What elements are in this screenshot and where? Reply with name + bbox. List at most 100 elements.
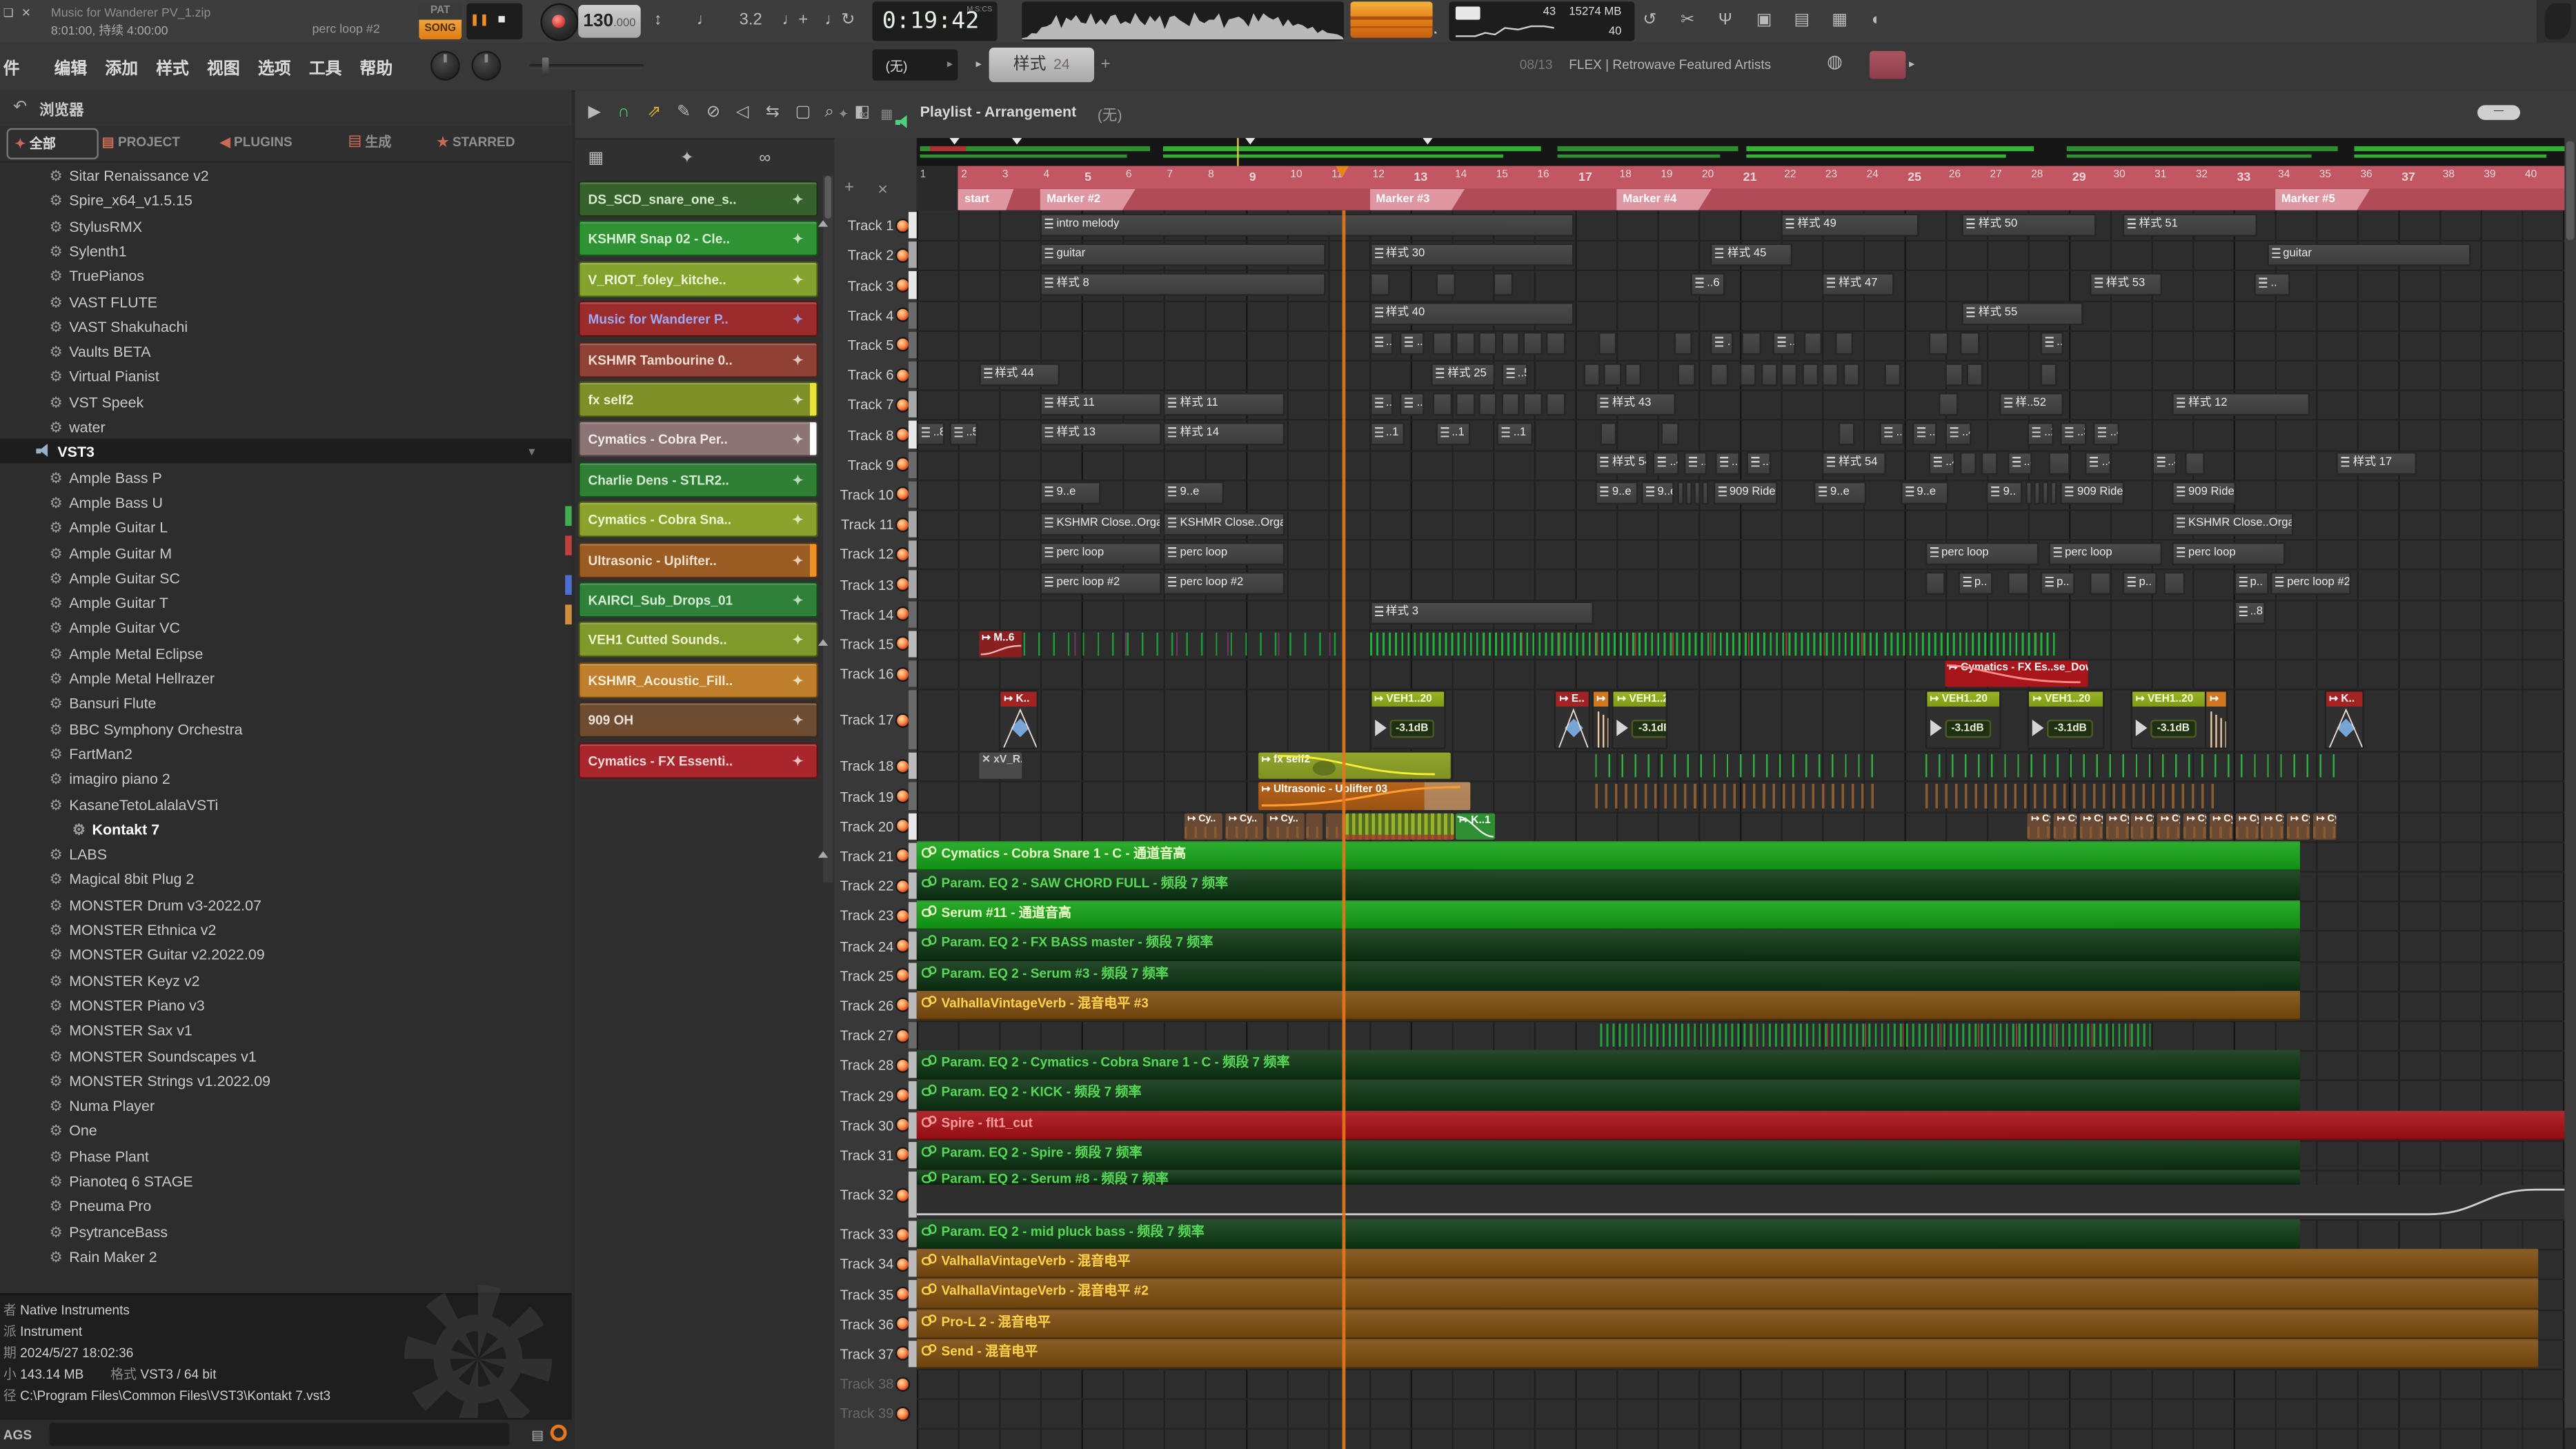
pattern-clip[interactable]: 样式 53: [2090, 273, 2162, 296]
browser-item-One[interactable]: ⚙One: [49, 1120, 97, 1145]
browser-item-BBC Symphony Orchestra[interactable]: ⚙BBC Symphony Orchestra: [49, 718, 242, 742]
gain-value[interactable]: -3.1dB: [2150, 719, 2196, 737]
pattern-clip[interactable]: 样式 51: [2123, 213, 2257, 236]
pattern-selector[interactable]: 样式 24: [989, 48, 1094, 82]
track-name-Track 38[interactable]: Track 38: [828, 1375, 893, 1392]
track-name-Track 15[interactable]: Track 15: [828, 635, 893, 652]
tempo-display[interactable]: 130.000: [578, 5, 640, 38]
browser-item-VAST FLUTE[interactable]: ⚙VAST FLUTE: [49, 290, 157, 315]
browser-item-Pneuma Pro[interactable]: ⚙Pneuma Pro: [49, 1195, 151, 1220]
pattern-clip[interactable]: ..2: [1773, 333, 1796, 356]
pattern-clip[interactable]: perc loop #2: [1164, 571, 1286, 595]
pause-button[interactable]: ❚❚: [470, 13, 489, 30]
pattern-clip-VEH1 Cutted Sounds..[interactable]: VEH1 Cutted Sounds..✦: [578, 622, 818, 658]
pattern-clip[interactable]: 样式 13: [1040, 422, 1162, 446]
automation-clip-Param. EQ 2 - SAW CHORD FULL - 频段 7 频率[interactable]: Param. EQ 2 - SAW CHORD FULL - 频段 7 频率: [917, 871, 2299, 900]
browser-tab-STARRED[interactable]: ★ STARRED: [437, 126, 562, 159]
search-icon[interactable]: [551, 1425, 567, 1441]
pattern-clip[interactable]: ..4: [1654, 452, 1678, 475]
browser-item-Sylenth1[interactable]: ⚙Sylenth1: [49, 239, 126, 264]
pattern-clip[interactable]: ..4: [2151, 452, 2176, 475]
track-name-Track 31[interactable]: Track 31: [828, 1147, 893, 1163]
track-color-strip[interactable]: [909, 1281, 917, 1308]
pattern-clip-Cymatics - Cobra Sna..[interactable]: Cymatics - Cobra Sna..✦: [578, 502, 818, 538]
timeline-marker-Marker #4[interactable]: Marker #4: [1616, 189, 1712, 210]
gain-value[interactable]: -3.1dB: [1389, 719, 1435, 737]
track-name-Track 6[interactable]: Track 6: [828, 366, 893, 383]
track-color-strip[interactable]: [909, 660, 917, 687]
pattern-clip[interactable]: [1686, 482, 1693, 505]
playlist-vscrollbar[interactable]: [2564, 138, 2576, 1428]
pattern-clip[interactable]: [1600, 422, 1616, 446]
pattern-clip[interactable]: perc loop #2: [2270, 571, 2351, 595]
record-button[interactable]: [540, 3, 578, 41]
pattern-clip[interactable]: ..2: [2028, 422, 2052, 446]
browser-item-MONSTER Sax v1[interactable]: ⚙MONSTER Sax v1: [49, 1019, 192, 1044]
pattern-clip[interactable]: [1843, 362, 1859, 386]
pattern-clip[interactable]: 样..52: [1999, 392, 2063, 415]
track-name-Track 30[interactable]: Track 30: [828, 1117, 893, 1134]
playlist-minimap[interactable]: [917, 138, 2576, 166]
pattern-clip[interactable]: [1678, 362, 1694, 386]
track-name-Track 26[interactable]: Track 26: [828, 997, 893, 1014]
folder-icon[interactable]: ▤: [531, 1428, 544, 1444]
timeline-marker-start[interactable]: start: [958, 189, 1013, 210]
automation-clip-Param. EQ 2 - Cymatics - Cobra Snare 1 - C - 频段 7 频率[interactable]: Param. EQ 2 - Cymatics - Cobra Snare 1 -…: [917, 1050, 2299, 1080]
audio-region[interactable]: [1596, 785, 1880, 808]
pattern-clip[interactable]: [2163, 571, 2184, 595]
browser-item-Bansuri Flute[interactable]: ⚙Bansuri Flute: [49, 692, 156, 717]
pattern-clip-KSHMR Tambourine 0..[interactable]: KSHMR Tambourine 0..✦: [578, 341, 818, 377]
loop-record-icon[interactable]: ♩↻: [824, 13, 855, 30]
automation-curve-area[interactable]: [917, 1185, 2576, 1219]
pattern-clip[interactable]: intro melody: [1040, 213, 1574, 236]
track-name-Track 4[interactable]: Track 4: [828, 307, 893, 324]
track-name-Track 36[interactable]: Track 36: [828, 1316, 893, 1332]
pattern-clip[interactable]: KSHMR Close..Organic 04: [2172, 512, 2294, 535]
audio-clip-cy[interactable]: ↦ Cy..: [1267, 813, 1304, 840]
pattern-clip[interactable]: [1435, 273, 1456, 296]
arrangement-selector[interactable]: (无) ▸: [873, 49, 958, 80]
pattern-clip[interactable]: [1493, 273, 1514, 296]
menu-4[interactable]: 视图: [207, 55, 240, 79]
browser-item-KasaneTetoLalalaVSTi[interactable]: ⚙KasaneTetoLalalaVSTi: [49, 793, 218, 818]
track-name-Track 5[interactable]: Track 5: [828, 337, 893, 353]
pattern-clip[interactable]: [1694, 482, 1701, 505]
pattern-clip[interactable]: 样式 44: [978, 362, 1059, 386]
playhead-line[interactable]: [1343, 210, 1345, 1449]
browser-item-VST Speek[interactable]: ⚙VST Speek: [49, 391, 143, 415]
pattern-clip[interactable]: [1801, 362, 1818, 386]
playlist-mode-icon[interactable]: ∞: [859, 107, 869, 124]
blend-notes-icon[interactable]: ♩+: [782, 13, 809, 30]
browser-item-Ample Guitar VC[interactable]: ⚙Ample Guitar VC: [49, 617, 180, 642]
pattern-clip[interactable]: perc loop: [1164, 542, 1286, 565]
add-track-icon[interactable]: +: [844, 181, 854, 197]
pattern-clip[interactable]: [1678, 482, 1685, 505]
pattern-clip[interactable]: [1433, 392, 1452, 415]
pattern-clip[interactable]: ..4: [2008, 452, 2032, 475]
mic-icon[interactable]: Ψ: [1718, 13, 1732, 30]
browser-item-Ample Guitar M[interactable]: ⚙Ample Guitar M: [49, 542, 172, 566]
track-name-Track 39[interactable]: Track 39: [828, 1406, 893, 1422]
pattern-clip[interactable]: 样式 55: [1962, 302, 2084, 326]
pattern-clip[interactable]: [1981, 452, 1997, 475]
pattern-clip[interactable]: ..1: [1435, 422, 1470, 446]
pattern-clip-KAIRCI_Sub_Drops_01[interactable]: KAIRCI_Sub_Drops_01✦: [578, 582, 818, 618]
automation-clip-Send - 混音电平[interactable]: Send - 混音电平: [917, 1339, 2538, 1368]
add-pattern-button[interactable]: +: [1101, 57, 1111, 74]
restore-window-icon[interactable]: ❏: [3, 7, 14, 23]
pattern-clip[interactable]: [1822, 362, 1839, 386]
timeline-marker-Marker #2[interactable]: Marker #2: [1040, 189, 1136, 210]
pattern-clip[interactable]: [1740, 362, 1756, 386]
audio-clip-veh[interactable]: ↦ VEH1..20-3.1dB: [1612, 691, 1668, 750]
track-name-Track 28[interactable]: Track 28: [828, 1057, 893, 1074]
browser-item-FartMan2[interactable]: ⚙FartMan2: [49, 742, 132, 767]
track-name-Track 25[interactable]: Track 25: [828, 967, 893, 984]
track-color-strip[interactable]: [909, 362, 917, 388]
grid-view-icon[interactable]: ▦: [588, 151, 604, 168]
pattern-clip[interactable]: 9..e: [1641, 482, 1674, 505]
preview-headphones-icon[interactable]: ∩: [617, 105, 629, 121]
timeline-marker-Marker #5[interactable]: Marker #5: [2275, 189, 2370, 210]
pattern-clip[interactable]: 样式 45: [1711, 243, 1792, 266]
pattern-clip[interactable]: 样式 14: [1164, 422, 1286, 446]
pattern-clip[interactable]: 9..e: [1814, 482, 1865, 505]
